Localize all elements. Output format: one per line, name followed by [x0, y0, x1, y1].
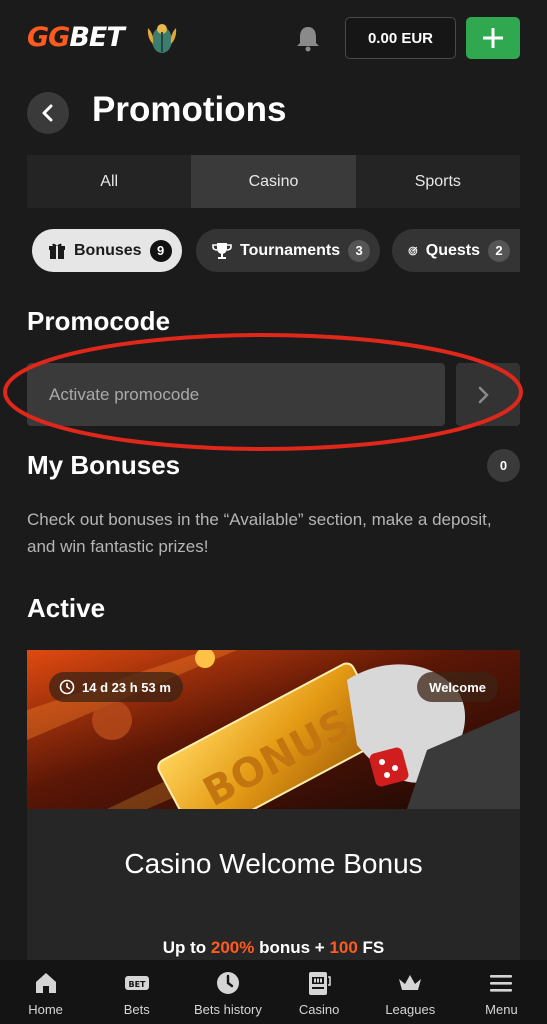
bonus-sub-prefix: Up to: [162, 938, 211, 957]
promocode-submit-button[interactable]: [456, 363, 520, 426]
filter-tournaments[interactable]: Tournaments 3: [196, 229, 381, 272]
bonus-card-title: Casino Welcome Bonus: [124, 848, 423, 879]
clock-icon: [216, 972, 239, 994]
filter-bonuses-count: 9: [149, 239, 172, 262]
page-title: Promotions: [92, 90, 287, 129]
my-bonuses-title: My Bonuses: [27, 450, 181, 480]
svg-text:BET: BET: [128, 980, 146, 989]
promocode-input[interactable]: [27, 363, 445, 426]
tab-casino[interactable]: Casino: [191, 155, 356, 208]
balance-amount: 0.00 EUR: [367, 29, 434, 47]
bonus-sub-percent: 200%: [210, 938, 255, 957]
nav-bets-label: Bets: [123, 1002, 150, 1017]
bonus-sub-fs-number: 100: [329, 938, 358, 957]
bet-ticket-icon: BET: [124, 976, 149, 990]
bell-icon[interactable]: [293, 23, 323, 53]
filter-bonuses[interactable]: Bonuses 9: [32, 229, 182, 272]
logo-gg-text: GG: [27, 22, 70, 53]
deposit-plus-button[interactable]: [466, 17, 520, 59]
my-bonuses-description: Check out bonuses in the “Available” sec…: [27, 510, 492, 556]
bonus-card-subtitle: Up to 200% bonus + 100 FS: [27, 938, 520, 958]
filter-tournaments-count: 3: [348, 239, 371, 262]
scarab-logo-icon: [147, 24, 177, 53]
plus-icon: [483, 28, 503, 48]
filter-tournaments-label: Tournaments: [240, 241, 341, 259]
nav-leagues[interactable]: Leagues: [365, 960, 456, 1024]
promocode-title: Promocode: [27, 306, 171, 336]
tab-sports[interactable]: Sports: [355, 155, 520, 208]
nav-bets[interactable]: BET Bets: [91, 960, 182, 1024]
crown-icon: [399, 975, 422, 990]
nav-casino[interactable]: Casino: [274, 960, 365, 1024]
filter-quests-count: 2: [488, 239, 510, 262]
back-button[interactable]: [27, 92, 69, 134]
filter-quests-label: Quests: [425, 241, 480, 259]
filter-bonuses-label: Bonuses: [74, 241, 142, 259]
bottom-navigation: Home BET Bets Bets history Casino League…: [0, 960, 547, 1024]
bonus-card[interactable]: BONUS 14 d 23 h 53 m Welcome Casino Welc…: [27, 650, 520, 970]
filter-quests[interactable]: Quests 2: [392, 229, 520, 272]
ggbet-logo[interactable]: GGBET: [27, 22, 125, 53]
category-tabs: All Casino Sports: [27, 155, 520, 208]
top-header: GGBET 0.00 EUR: [0, 0, 547, 78]
nav-leagues-label: Leagues: [385, 1002, 436, 1017]
trophy-icon: [212, 242, 232, 259]
bonus-sub-fs: FS: [357, 938, 385, 957]
slot-machine-icon: [309, 972, 331, 995]
balance-button[interactable]: 0.00 EUR: [345, 17, 456, 59]
my-bonuses-count-badge: 0: [487, 449, 520, 482]
bonus-banner-image: BONUS 14 d 23 h 53 m Welcome: [27, 650, 520, 809]
nav-home-label: Home: [28, 1002, 63, 1017]
tab-all[interactable]: All: [27, 155, 192, 208]
target-icon: [408, 246, 418, 255]
nav-menu-label: Menu: [485, 1002, 518, 1017]
home-icon: [35, 973, 56, 993]
bonus-timer-text: 14 d 23 h 53 m: [82, 679, 171, 695]
nav-bets-history-label: Bets history: [193, 1002, 262, 1017]
chevron-left-icon: [42, 104, 53, 122]
nav-casino-label: Casino: [298, 1002, 340, 1017]
clock-icon: [59, 679, 75, 695]
bonus-timer-badge: 14 d 23 h 53 m: [49, 672, 183, 702]
active-title: Active: [27, 593, 106, 623]
bonus-sub-middle: bonus +: [254, 938, 330, 957]
chevron-right-icon: [478, 386, 489, 403]
logo-bet-text: BET: [69, 22, 124, 53]
nav-menu[interactable]: Menu: [456, 960, 547, 1024]
nav-bets-history[interactable]: Bets history: [182, 960, 273, 1024]
menu-icon: [490, 975, 513, 992]
gift-icon: [49, 243, 65, 259]
bonus-tag-badge: Welcome: [417, 672, 498, 702]
nav-home[interactable]: Home: [0, 960, 91, 1024]
